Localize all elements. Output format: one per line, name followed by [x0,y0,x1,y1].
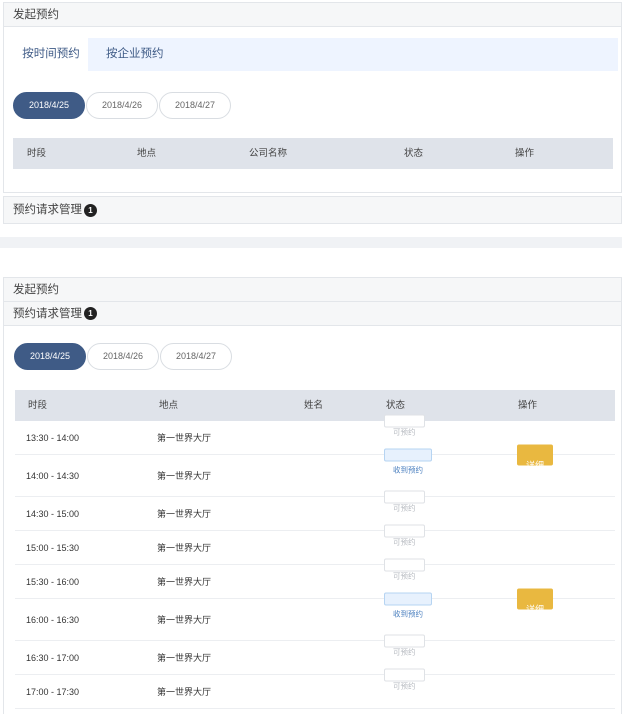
col-name: 姓名 [304,400,324,411]
cell-place: 第一世界大厅 [157,577,212,587]
col-status: 状态 [404,148,424,159]
cell-place: 第一世界大厅 [157,615,212,625]
col-place: 地点 [159,400,179,411]
table-header-top: 时段 地点 公司名称 状态 操作 [13,138,613,169]
col-company: 公司名称 [249,148,288,159]
status-badge-received: 收到预约 [384,592,432,619]
table-header-bottom: 时段 地点 姓名 状态 操作 [15,390,615,421]
col-action: 操作 [518,400,538,411]
status-badge-available: 可预约 [384,634,425,657]
status-badge-available: 可预约 [384,524,425,547]
request-management-collapsed[interactable]: 预约请求管理 1 [3,196,622,224]
panel-header-label: 预约请求管理 [13,204,82,216]
col-time: 时段 [28,400,48,411]
tab-by-time[interactable]: 按时间预约 [14,38,88,71]
date-pill[interactable]: 2018/4/27 [159,92,231,119]
panel-header-label: 发起预约 [13,283,59,296]
date-pill[interactable]: 2018/4/27 [160,343,232,370]
cell-time: 16:00 - 16:30 [26,615,80,625]
tab-bar: 按时间预约 按企业预约 [14,38,618,71]
col-action: 操作 [515,148,535,159]
panel-header-label: 预约请求管理 [13,307,82,320]
cell-time: 17:00 - 17:30 [26,687,80,697]
table-row: 16:00 - 16:30 第一世界大厅 收到预约 详细 [15,588,615,641]
panel-header-requests-open[interactable]: 预约请求管理 1 [4,302,621,326]
cell-time: 15:30 - 16:00 [26,577,80,587]
date-selector-bottom: 2018/4/25 2018/4/26 2018/4/27 [14,343,233,370]
tab-by-company[interactable]: 按企业预约 [88,38,180,71]
cell-place: 第一世界大厅 [157,653,212,663]
cell-place: 第一世界大厅 [157,687,212,697]
cell-time: 13:30 - 14:00 [26,433,80,443]
col-place: 地点 [137,148,157,159]
notification-badge: 1 [84,307,97,320]
cell-time: 14:30 - 15:00 [26,509,80,519]
cell-place: 第一世界大厅 [157,509,212,519]
cell-place: 第一世界大厅 [157,471,212,481]
panel-header-requests: 预约请求管理 1 [4,197,621,223]
col-time: 时段 [27,148,47,159]
status-badge-available: 可预约 [384,558,425,581]
date-pill[interactable]: 2018/4/26 [86,92,158,119]
status-badge-available: 可预约 [384,490,425,513]
table-row: 17:00 - 17:30 第一世界大厅 可预约 [15,668,615,709]
status-badge-received: 收到预约 [384,448,432,475]
cell-place: 第一世界大厅 [157,543,212,553]
table-row: 15:00 - 15:30 第一世界大厅 可预约 [15,524,615,565]
section-divider [0,237,622,248]
date-pill-active[interactable]: 2018/4/25 [13,92,85,119]
date-selector-top: 2018/4/25 2018/4/26 2018/4/27 [13,92,232,119]
cell-time: 14:00 - 14:30 [26,471,80,481]
notification-badge: 1 [84,203,97,217]
panel-header-initiate[interactable]: 发起预约 [4,3,621,27]
cell-time: 15:00 - 15:30 [26,543,80,553]
table-row: 16:30 - 17:00 第一世界大厅 可预约 [15,634,615,675]
schedule-table-body: 13:30 - 14:00 第一世界大厅 可预约 14:00 - 14:30 第一世界大… [15,414,615,709]
cell-time: 16:30 - 17:00 [26,653,80,663]
status-badge-available: 可预约 [384,414,425,437]
cell-place: 第一世界大厅 [157,433,212,443]
status-badge-available: 可预约 [384,668,425,691]
panel-header-initiate-collapsed[interactable]: 发起预约 [4,278,621,302]
table-row: 14:30 - 15:00 第一世界大厅 可预约 [15,490,615,531]
date-pill-active[interactable]: 2018/4/25 [14,343,86,370]
date-pill[interactable]: 2018/4/26 [87,343,159,370]
table-row: 14:00 - 14:30 第一世界大厅 收到预约 详细 [15,444,615,497]
panel-header-label: 发起预约 [13,8,59,21]
detail-button[interactable]: 详细 [517,444,553,471]
detail-button[interactable]: 详细 [517,588,553,615]
